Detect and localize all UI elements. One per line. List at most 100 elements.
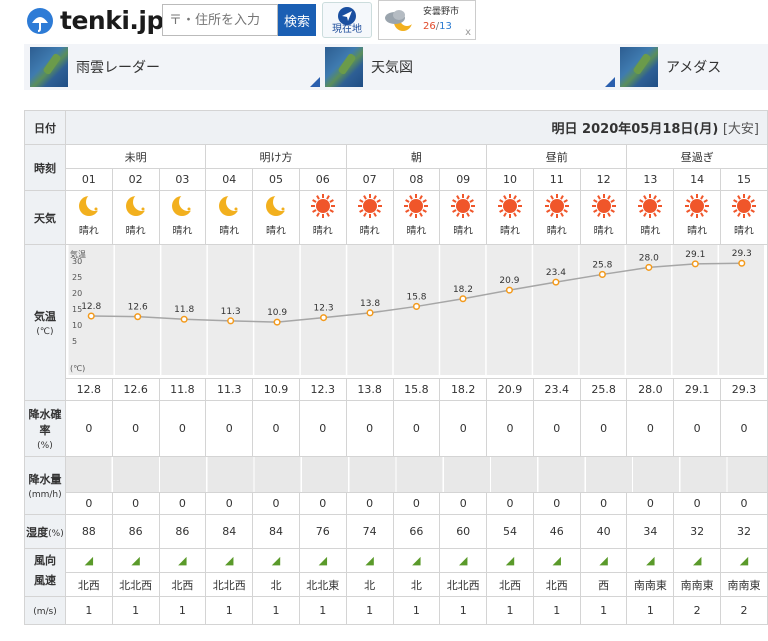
cloudy-night-icon (385, 10, 414, 31)
precip-amount-unit: (mm/h) (28, 490, 62, 500)
wind-dir-cell: 南南東 (720, 572, 768, 597)
precip-amount-value-row: 000000000000000 (25, 492, 768, 515)
hour-cell: 15 (720, 168, 768, 191)
temperature-point (319, 314, 328, 322)
humidity-unit: (%) (48, 528, 64, 539)
current-location-label: 現在地 (332, 24, 362, 35)
humidity-cell: 88 (64, 514, 113, 549)
wind-arrow-cell: ◢ (486, 548, 534, 573)
hour-cell: 07 (345, 168, 394, 191)
hour-cell: 11 (532, 168, 581, 191)
humidity-cell: 76 (298, 514, 347, 549)
map-navigation: 雨雲レーダー 天気図 アメダス (24, 44, 768, 90)
wind-arrow-cell: ◢ (439, 548, 488, 573)
wind-arrow-cell: ◢ (252, 548, 300, 573)
temp-value-cell: 11.8 (158, 378, 207, 401)
precip-prob-cell: 0 (158, 400, 207, 457)
date-label: 日付 (24, 110, 66, 145)
rokuyo-label: [大安] (722, 122, 759, 137)
chart-band (440, 245, 486, 375)
temperature-data-label: 13.8 (360, 299, 380, 309)
wind-speed-cell: 1 (252, 596, 300, 625)
wind-arrow-icon: ◢ (178, 554, 187, 567)
precip-amount-cell: 0 (720, 492, 768, 515)
hour-cell: 10 (486, 168, 534, 191)
wind-dir-cell: 北北東 (298, 572, 347, 597)
precip-amount-cell: 0 (532, 492, 581, 515)
current-location-button[interactable]: 現在地 (322, 2, 372, 38)
period-1: 明け方 (205, 144, 347, 169)
weather-cell: 晴れ (111, 190, 160, 245)
hour-cell: 06 (298, 168, 347, 191)
weather-cell: 晴れ (532, 190, 581, 245)
weather-cell: 晴れ (673, 190, 722, 245)
hour-cell: 03 (158, 168, 207, 191)
humidity-cell: 84 (252, 514, 300, 549)
temp-value-cell: 25.8 (579, 378, 628, 401)
wind-arrow-cell: ◢ (673, 548, 722, 573)
temp-value-cell: 18.2 (439, 378, 488, 401)
temperature-data-label: 11.3 (221, 307, 241, 317)
weather-text: 晴れ (125, 226, 146, 237)
humidity-label: 湿度(%) (24, 514, 66, 549)
wind-speed-cell: 1 (64, 596, 113, 625)
nav-item-weather-map[interactable]: 天気図 (325, 47, 615, 87)
wind-arrow-icon: ◢ (365, 554, 374, 567)
weather-cell: 晴れ (205, 190, 254, 245)
temperature-point (412, 302, 421, 310)
temp-value-cell: 11.3 (205, 378, 254, 401)
wind-speed-cell: 1 (111, 596, 160, 625)
precip-prob-cell: 0 (298, 400, 347, 457)
temperature-data-label: 20.9 (499, 276, 519, 286)
mini-weather-close-button[interactable]: x (465, 27, 471, 38)
temperature-point (505, 286, 513, 294)
sun-icon (544, 194, 569, 218)
sun-icon (310, 194, 335, 218)
wind-dir-cell: 南南東 (626, 572, 675, 597)
wind-arrow-icon: ◢ (271, 554, 281, 567)
precip-prob-cell: 0 (252, 400, 300, 457)
precip-amount-cell: 0 (439, 492, 488, 515)
site-logo[interactable]: tenki.jp (26, 6, 164, 35)
precip-prob-cell: 0 (439, 400, 488, 457)
map-thumbnail-icon (620, 47, 658, 87)
weather-cell: 晴れ (439, 190, 488, 245)
search-button[interactable]: 検索 (278, 4, 316, 36)
precip-amount-cell: 0 (111, 492, 160, 515)
temperature-data-label: 25.8 (592, 260, 612, 270)
nav-item-amedas[interactable]: アメダス (620, 47, 768, 87)
temperature-data-label: 28.0 (639, 253, 659, 263)
wind-speed-cell: 1 (486, 596, 534, 625)
period-row: 時刻 未明 明け方朝昼前 昼過ぎ (24, 144, 768, 191)
temp-value-cell: 28.0 (626, 378, 675, 401)
sun-icon (451, 194, 476, 218)
map-thumbnail-icon (30, 47, 68, 87)
nav-item-label: 雨雲レーダー (76, 60, 160, 76)
moon-icon (219, 193, 245, 216)
temperature-data-label: 18.2 (453, 285, 473, 295)
temperature-point (87, 312, 95, 320)
nav-item-rain-radar[interactable]: 雨雲レーダー (30, 47, 320, 87)
precip-prob-cell: 0 (579, 400, 628, 457)
precip-prob-cell: 0 (673, 400, 722, 457)
weather-text: 晴れ (359, 226, 380, 237)
period-4: 昼過ぎ (626, 144, 768, 169)
address-search-input[interactable] (162, 4, 278, 36)
sun-icon (591, 194, 616, 218)
temperature-point (738, 259, 746, 267)
weather-text: 晴れ (312, 226, 333, 237)
logo-text: tenki.jp (60, 6, 164, 35)
precip-prob-label: 降水確率 (%) (24, 400, 66, 457)
precip-amount-cell: 0 (345, 492, 394, 515)
mini-weather-widget[interactable]: 安曇野市 26/13 x (378, 0, 476, 40)
temperature-data-label: 10.9 (267, 308, 287, 318)
precip-prob-label-text: 降水確率 (28, 408, 62, 437)
wind-speed-cell: 1 (439, 596, 488, 625)
wind-arrow-cell: ◢ (579, 548, 628, 573)
humidity-cell: 32 (673, 514, 722, 549)
wind-arrow-icon: ◢ (224, 554, 234, 567)
temperature-data-label: 23.4 (546, 268, 566, 278)
precip-amount-label-text: 降水量 (28, 473, 62, 486)
precip-amount-cell: 0 (486, 492, 534, 515)
temperature-point (227, 317, 235, 325)
